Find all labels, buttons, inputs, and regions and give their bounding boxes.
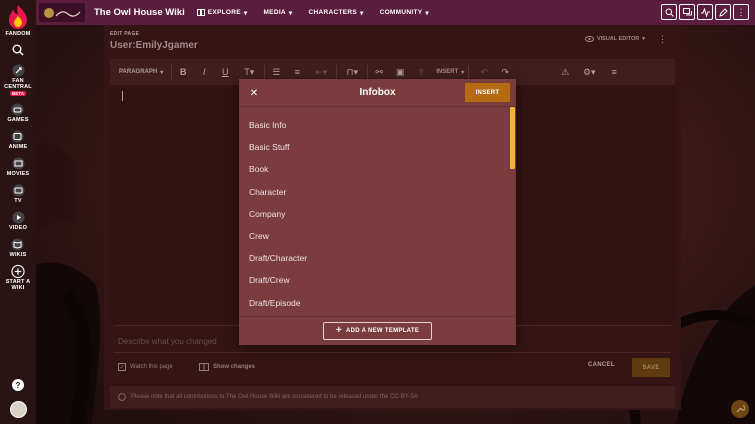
list-item[interactable]: Basic Info [239, 114, 516, 136]
plus-circle-icon [11, 264, 25, 278]
dialog-footer: + ADD A NEW TEMPLATE [239, 316, 516, 345]
rail-item-anime[interactable]: ANIME [9, 129, 28, 150]
wiki-top-bar: The Owl House Wiki EXPLORE ▾ MEDIA ▾ CHARA… [36, 0, 755, 25]
fandom-logo[interactable]: FANDOM [5, 4, 30, 37]
nav-label: EXPLORE [207, 9, 241, 16]
chevron-down-icon: ▾ [360, 9, 364, 17]
top-icon-group: ⋮ [661, 4, 749, 20]
explore-icon [196, 9, 205, 16]
search-button[interactable] [661, 4, 677, 20]
beta-badge: BETA [10, 91, 26, 96]
list-item[interactable]: Crew [239, 225, 516, 247]
edit-button[interactable] [715, 4, 731, 20]
anime-icon [11, 129, 25, 143]
rail-item-label: ANIME [8, 144, 28, 150]
rail-item-movies[interactable]: MOVIES [7, 156, 30, 177]
rail-item-fan-central[interactable]: FAN CENTRAL BETA [3, 63, 33, 96]
close-icon[interactable]: ✕ [248, 87, 260, 99]
rocket-icon [11, 63, 25, 77]
nav-community[interactable]: COMMUNITY ▾ [380, 9, 429, 17]
dialog-header: ✕ Infobox INSERT [239, 79, 516, 107]
wrench-icon[interactable] [731, 400, 749, 418]
fandom-flame-icon [8, 5, 27, 29]
rail-item-label: TV [14, 198, 22, 204]
wiki-logo[interactable] [39, 3, 85, 22]
tv-icon [11, 183, 25, 197]
search-icon [11, 43, 25, 57]
rail-search[interactable] [11, 43, 25, 57]
more-options-button[interactable]: ⋮ [733, 4, 749, 20]
rail-item-label: WIKIS [9, 252, 27, 258]
insert-button[interactable]: INSERT [465, 83, 510, 102]
infobox-template-list: Basic Info Basic Stuff Book Character Co… [239, 114, 516, 312]
discussions-icon [682, 7, 692, 15]
list-scrollbar[interactable] [510, 107, 515, 169]
rail-item-video[interactable]: VIDEO [9, 210, 27, 231]
discussions-button[interactable] [679, 4, 695, 20]
rail-item-games[interactable]: GAMES [7, 102, 28, 123]
help-icon[interactable]: ? [12, 379, 24, 391]
list-item[interactable]: Book [239, 158, 516, 180]
activity-icon [700, 7, 710, 17]
rail-item-start-wiki[interactable]: START A WIKI [5, 264, 31, 291]
chevron-down-icon: ▾ [425, 9, 429, 17]
rail-item-tv[interactable]: TV [11, 183, 25, 204]
rail-item-label: MOVIES [6, 171, 30, 177]
video-icon [11, 210, 25, 224]
recent-changes-button[interactable] [697, 4, 713, 20]
book-icon [11, 237, 25, 251]
plus-icon: + [335, 325, 342, 336]
list-item[interactable]: Basic Stuff [239, 136, 516, 158]
nav-label: MEDIA [263, 9, 286, 16]
list-item[interactable]: Draft/Crew [239, 269, 516, 291]
chevron-down-icon: ▾ [243, 9, 248, 17]
nav-label: COMMUNITY [379, 9, 423, 16]
search-icon [665, 8, 674, 17]
rail-item-wikis[interactable]: WIKIS [10, 237, 27, 258]
nav-media[interactable]: MEDIA ▾ [263, 9, 292, 17]
list-item[interactable]: Draft/Character [239, 247, 516, 269]
list-item[interactable]: Draft/Episode [239, 292, 516, 313]
avatar[interactable] [9, 401, 27, 418]
infobox-dialog: ✕ Infobox INSERT Basic Info Basic Stuff … [239, 79, 516, 345]
gamepad-icon [11, 102, 25, 116]
rail-item-label: START A WIKI [5, 279, 31, 291]
add-new-template-button[interactable]: + ADD A NEW TEMPLATE [323, 322, 432, 340]
rail-item-label: FAN CENTRAL [4, 78, 32, 90]
fandom-rail: FANDOM FAN CENTRAL BETA GAMES ANIME MOVI… [0, 0, 36, 424]
wiki-nav: EXPLORE ▾ MEDIA ▾ CHARACTERS ▾ COMMUNITY ▾ [196, 9, 429, 17]
pencil-icon [718, 7, 728, 17]
owl-house-logo-icon [44, 7, 81, 18]
chevron-down-icon: ▾ [288, 9, 293, 17]
nav-label: CHARACTERS [308, 9, 357, 16]
nav-explore[interactable]: EXPLORE ▾ [196, 9, 248, 17]
kebab-icon: ⋮ [736, 6, 746, 17]
rail-item-label: GAMES [7, 117, 29, 123]
wiki-title[interactable]: The Owl House Wiki [94, 7, 185, 18]
add-new-template-label: ADD A NEW TEMPLATE [345, 328, 420, 334]
list-item[interactable]: Company [239, 203, 516, 225]
movie-icon [11, 156, 25, 170]
nav-characters[interactable]: CHARACTERS ▾ [309, 9, 364, 17]
rail-item-label: VIDEO [8, 225, 28, 231]
fandom-brand-label: FANDOM [5, 31, 31, 37]
list-item[interactable]: Character [239, 181, 516, 203]
